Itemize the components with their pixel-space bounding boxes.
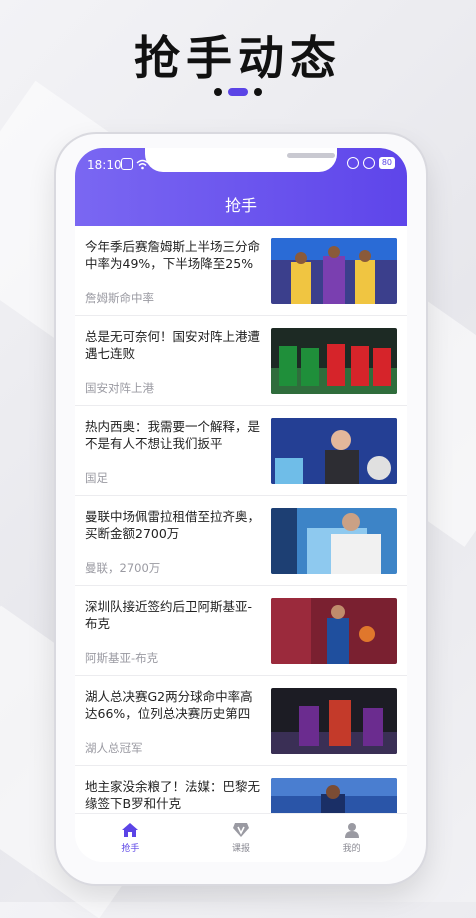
wifi-icon [136,159,149,169]
phone-frame: 18:10 80 抢手 今年季后赛詹姆斯上半场三分命中率为49%，下半场降至25… [56,134,426,884]
news-title: 曼联中场佩雷拉租借至拉齐奥，买断金额2700万 [85,509,261,541]
tab-label: 抢手 [121,844,140,854]
page-dot [214,88,222,96]
status-left-icons [121,158,149,170]
news-title: 热内西奥：我需要一个解释，是不是有人不想让我们扳平 [85,419,261,451]
app-header: 18:10 80 抢手 [75,148,407,226]
news-item[interactable]: 湖人总决赛G2两分球命中率高达66%，位列总决赛历史第四 湖人总冠军 [75,676,407,766]
news-item[interactable]: 地主家没余粮了！法媒：巴黎无缘签下B罗和什克 [75,766,407,814]
v-badge-icon [233,823,249,837]
alarm-icon [362,157,375,169]
phone-notch [145,148,337,172]
tab-wode[interactable]: 我的 [296,814,407,862]
news-item[interactable]: 深圳队接近签约后卫阿斯基亚-布克 阿斯基亚-布克 [75,586,407,676]
page-indicator [0,88,476,96]
promo-title: 抢手动态 [134,31,342,85]
app-screen: 18:10 80 抢手 今年季后赛詹姆斯上半场三分命中率为49%，下半场降至25… [75,148,407,862]
news-title: 总是无可奈何！国安对阵上港遭遇七连败 [85,329,261,361]
news-item[interactable]: 总是无可奈何！国安对阵上港遭遇七连败 国安对阵上港 [75,316,407,406]
news-title: 深圳队接近签约后卫阿斯基亚-布克 [85,599,253,631]
status-time: 18:10 [87,158,122,172]
tab-label: 我的 [342,844,361,854]
battery-indicator: 80 [378,157,395,169]
news-tag: 湖人总冠军 [85,741,143,755]
news-thumbnail [271,418,397,484]
news-tag: 国足 [85,471,108,485]
notification-icon [121,158,133,170]
home-icon [122,823,139,837]
news-tag: 詹姆斯命中率 [85,291,154,305]
page-title: 抢手 [224,196,257,215]
news-tag: 曼联，2700万 [85,561,161,575]
page-dot-active [228,88,248,96]
news-item[interactable]: 今年季后赛詹姆斯上半场三分命中率为49%，下半场降至25% 詹姆斯命中率 [75,226,407,316]
news-title: 地主家没余粮了！法媒：巴黎无缘签下B罗和什克 [85,779,261,811]
vibrate-icon [346,157,359,169]
user-icon [344,823,359,838]
news-title: 今年季后赛詹姆斯上半场三分命中率为49%，下半场降至25% [85,239,261,271]
news-thumbnail [271,688,397,754]
tab-qiangshou[interactable]: 抢手 [75,814,186,862]
news-item[interactable]: 热内西奥：我需要一个解释，是不是有人不想让我们扳平 国足 [75,406,407,496]
news-list: 今年季后赛詹姆斯上半场三分命中率为49%，下半场降至25% 詹姆斯命中率 总是无… [75,226,407,814]
news-thumbnail [271,328,397,394]
page-dot [254,88,262,96]
tab-kebao[interactable]: 课报 [186,814,297,862]
news-tag: 国安对阵上港 [85,381,154,395]
news-thumbnail [271,508,397,574]
news-item[interactable]: 曼联中场佩雷拉租借至拉齐奥，买断金额2700万 曼联，2700万 [75,496,407,586]
bottom-tab-bar: 抢手 课报 我的 [75,813,407,862]
status-right-icons: 80 [346,157,395,169]
speaker-grille [287,153,335,158]
news-thumbnail [271,238,397,304]
news-tag: 阿斯基亚-布克 [85,651,159,665]
tab-label: 课报 [232,844,251,854]
news-title: 湖人总决赛G2两分球命中率高达66%，位列总决赛历史第四 [85,689,253,721]
news-thumbnail [271,778,397,814]
news-thumbnail [271,598,397,664]
